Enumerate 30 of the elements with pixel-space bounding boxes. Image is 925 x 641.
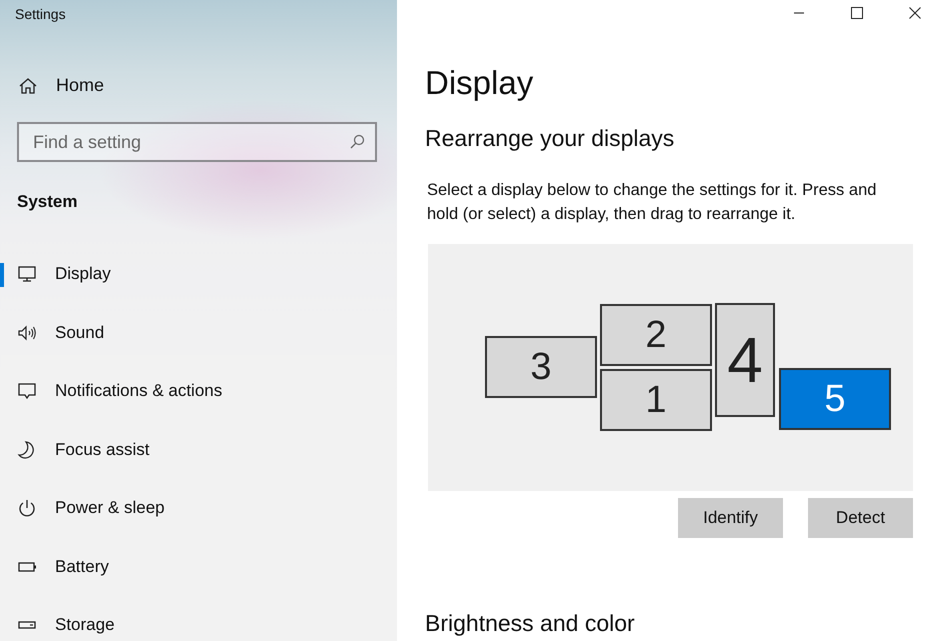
identify-button[interactable]: Identify <box>678 498 783 538</box>
display-tile[interactable]: 3 <box>485 336 597 398</box>
section-title: Rearrange your displays <box>425 125 676 152</box>
section-title: Brightness and color <box>425 610 636 637</box>
moon-icon <box>17 440 37 460</box>
nav-item[interactable]: Power & sleep <box>0 479 397 538</box>
description-text: Select a display below to change the settings for it. Press and hold (or select) a display, then drag to rearrange it. <box>427 180 878 225</box>
home-icon <box>18 76 38 96</box>
section-heading: System <box>17 192 78 212</box>
page-title: Display <box>425 64 534 102</box>
search-icon <box>349 134 365 150</box>
nav-item[interactable]: Battery <box>0 538 397 596</box>
nav-item[interactable]: Notifications & actions <box>0 362 397 420</box>
maximize-icon[interactable] <box>851 7 863 19</box>
home-link[interactable]: Home <box>18 75 397 96</box>
display-tile[interactable]: 2 <box>600 304 712 366</box>
display-tile[interactable]: 4 <box>715 303 775 417</box>
window-title: Settings <box>14 5 67 24</box>
nav-item[interactable]: Storage <box>0 596 397 641</box>
nav-item[interactable]: Focus assist <box>0 420 397 479</box>
close-icon[interactable] <box>909 7 921 19</box>
power-icon <box>17 498 37 518</box>
monitor-icon <box>17 264 37 284</box>
display-tile[interactable]: 1 <box>600 369 712 431</box>
search-field[interactable]: Find a setting <box>17 122 377 162</box>
nav-item[interactable]: Sound <box>0 304 397 362</box>
nav-item[interactable]: Display <box>0 245 397 304</box>
detect-button[interactable]: Detect <box>808 498 913 538</box>
speech-bubble-icon <box>17 381 37 402</box>
display-tile[interactable]: 5 <box>779 368 891 430</box>
